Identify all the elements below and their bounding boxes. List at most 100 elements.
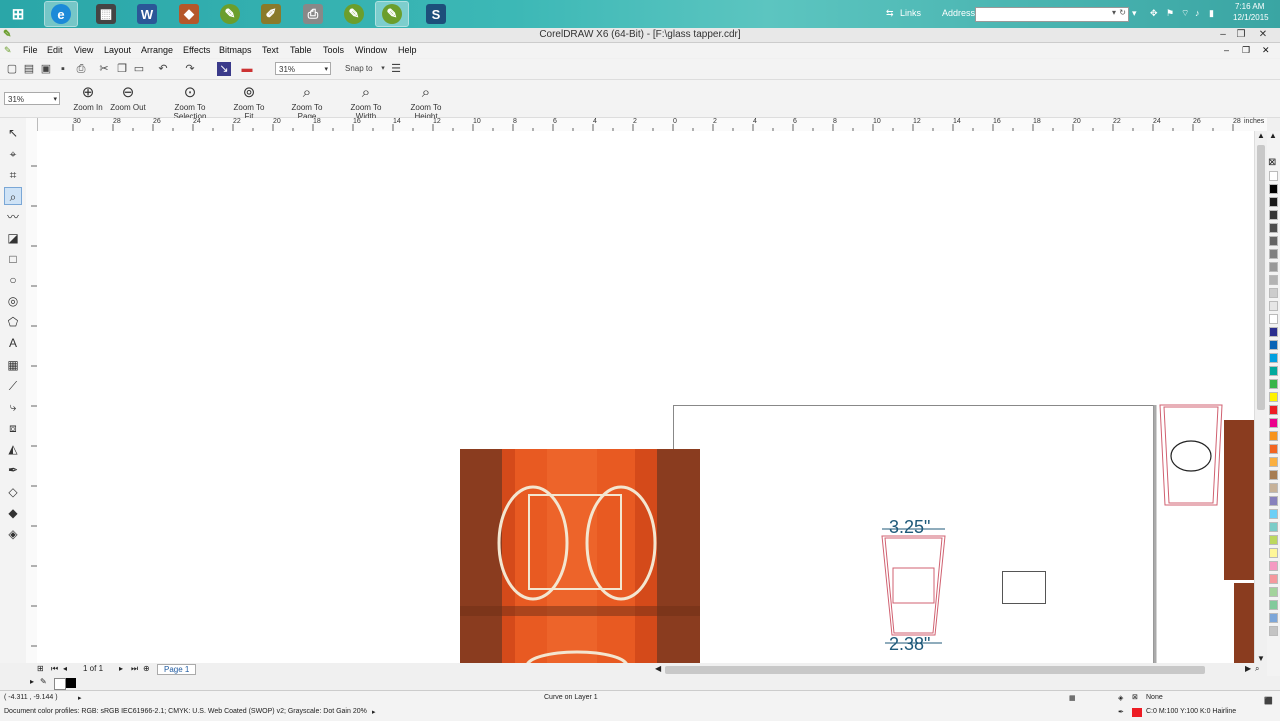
vertical-scrollbar[interactable]: ▲ ▼ xyxy=(1254,131,1267,663)
table-tool-icon[interactable]: ▦ xyxy=(4,356,22,374)
page-tab-1[interactable]: Page 1 xyxy=(157,664,197,675)
zoom-tool-icon[interactable]: ⌕ xyxy=(4,187,22,205)
ellipse-tool-icon[interactable]: ○ xyxy=(4,271,22,289)
start-icon[interactable]: ⊞ xyxy=(2,2,34,26)
palette-swatch[interactable] xyxy=(1269,522,1278,532)
print-icon[interactable]: ⎙ xyxy=(74,62,88,76)
palette-swatch[interactable] xyxy=(1269,288,1278,298)
snap-chevron-icon[interactable]: ▾ xyxy=(376,62,390,76)
eyedropper-tool-icon[interactable]: ✒ xyxy=(4,461,22,479)
photo-slice[interactable] xyxy=(1224,420,1254,580)
close-button[interactable]: ✕ xyxy=(1253,28,1273,42)
snap-to-label[interactable]: Snap to xyxy=(345,62,373,76)
menu-text[interactable]: Text xyxy=(262,45,279,55)
freehand-tool-icon[interactable]: 〰 xyxy=(4,208,22,226)
next-page-icon[interactable]: ▸ xyxy=(119,664,123,673)
zoom-to-height-button[interactable]: ⌕ Zoom To Height xyxy=(399,83,453,121)
battery-icon[interactable]: ▮ xyxy=(1209,8,1214,19)
dimension-tool-icon[interactable]: ⟋ xyxy=(4,377,22,395)
scroll-up-icon[interactable]: ▲ xyxy=(1257,131,1265,140)
document-icon[interactable]: ⬛ xyxy=(1264,697,1273,705)
paste-icon[interactable]: ▭ xyxy=(132,62,146,76)
first-page-icon[interactable]: ⏮ xyxy=(51,664,58,674)
horizontal-scrollbar[interactable]: ◀ ▶ ⌕ xyxy=(655,664,1266,676)
menu-effects[interactable]: Effects xyxy=(183,45,210,55)
tray-chevron-icon[interactable]: ▾ xyxy=(1132,8,1137,19)
volume-icon[interactable]: ♪ xyxy=(1195,8,1200,18)
palette-swatch[interactable] xyxy=(1269,405,1278,415)
navigator-icon[interactable]: ⌕ xyxy=(1255,664,1259,674)
palette-swatch[interactable] xyxy=(1269,613,1278,623)
word-icon[interactable]: W xyxy=(131,2,163,26)
cut-icon[interactable]: ✂ xyxy=(97,62,111,76)
palette-swatch[interactable] xyxy=(1269,457,1278,467)
polygon-tool-icon[interactable]: ◎ xyxy=(4,292,22,310)
ruler-origin[interactable] xyxy=(26,118,38,132)
tray-app-icon[interactable]: ✥ xyxy=(1150,8,1158,19)
zoom-to-fit-button[interactable]: ⊚ Zoom To Fit xyxy=(228,83,270,121)
pick-tool-icon[interactable]: ↖ xyxy=(4,124,22,142)
swatch-white[interactable] xyxy=(54,678,66,690)
crop-tool-icon[interactable]: ⌗ xyxy=(4,166,22,184)
color-profiles[interactable]: Document color profiles: RGB: sRGB IEC61… xyxy=(4,708,367,715)
palette-swatch[interactable] xyxy=(1269,600,1278,610)
shape-tool-icon[interactable]: ⌖ xyxy=(4,145,22,163)
printer-icon[interactable]: ⎙ xyxy=(297,2,329,26)
palette-swatch[interactable] xyxy=(1269,548,1278,558)
palette-swatch[interactable] xyxy=(1269,626,1278,636)
pen-app-icon[interactable]: ✐ xyxy=(255,2,287,26)
clock-time[interactable]: 7:16 AM xyxy=(1235,2,1264,11)
menu-view[interactable]: View xyxy=(74,45,93,55)
rectangle-tool-icon[interactable]: □ xyxy=(4,250,22,268)
zoom-level-combo[interactable]: 31% ▾ xyxy=(275,62,331,75)
doc-close-button[interactable]: ✕ xyxy=(1262,45,1270,56)
doc-restore-button[interactable]: ❐ xyxy=(1242,45,1250,56)
no-color-icon[interactable]: ⊠ xyxy=(1268,157,1276,168)
status-expand-icon[interactable]: ▸ xyxy=(78,694,82,702)
zoom-in-button[interactable]: ⊕ Zoom In xyxy=(72,83,104,112)
palette-swatch[interactable] xyxy=(1269,353,1278,363)
scroll-down-icon[interactable]: ▼ xyxy=(1257,654,1265,663)
menu-arrange[interactable]: Arrange xyxy=(141,45,173,55)
outline-tool-icon[interactable]: ◇ xyxy=(4,483,22,501)
dimension-top-label[interactable]: 3.25" xyxy=(889,517,930,538)
import-icon[interactable]: ↘ xyxy=(217,62,231,76)
palette-swatch[interactable] xyxy=(1269,223,1278,233)
palette-swatch[interactable] xyxy=(1269,561,1278,571)
fill-tool-icon[interactable]: ◆ xyxy=(4,504,22,522)
menu-window[interactable]: Window xyxy=(355,45,387,55)
menu-file[interactable]: File xyxy=(23,45,38,55)
palette-swatch[interactable] xyxy=(1269,184,1278,194)
export-icon[interactable]: ▬ xyxy=(240,62,254,76)
address-input[interactable]: ▾ ↻ xyxy=(975,7,1129,22)
horizontal-scroll-thumb[interactable] xyxy=(665,666,1205,674)
palette-swatch[interactable] xyxy=(1269,236,1278,246)
menu-bitmaps[interactable]: Bitmaps xyxy=(219,45,252,55)
calendar-app-icon[interactable]: ▦ xyxy=(90,2,122,26)
palette-swatch[interactable] xyxy=(1269,470,1278,480)
links-label[interactable]: Links xyxy=(900,8,921,18)
transparency-tool-icon[interactable]: ◭ xyxy=(4,440,22,458)
palette-swatch[interactable] xyxy=(1269,587,1278,597)
connector-tool-icon[interactable]: ⤷ xyxy=(4,398,22,416)
smart-fill-tool-icon[interactable]: ◪ xyxy=(4,229,22,247)
palette-swatch[interactable] xyxy=(1269,483,1278,493)
menu-edit[interactable]: Edit xyxy=(47,45,63,55)
open-icon[interactable]: ▤ xyxy=(22,62,36,76)
coreldraw-active-icon[interactable]: ✎ xyxy=(375,1,409,27)
color-picker-icon[interactable]: ▦ xyxy=(1069,694,1076,702)
zoom-percent-combo[interactable]: 31% ▾ xyxy=(4,92,60,105)
flag-icon[interactable]: ⚑ xyxy=(1166,8,1174,19)
chevron-down-icon[interactable]: ▾ xyxy=(1112,8,1116,17)
palette-swatch[interactable] xyxy=(1269,262,1278,272)
horizontal-ruler[interactable]: 30 28 26 24 22 20 18 16 14 12 10 8 6 4 2… xyxy=(37,118,1267,132)
palette-swatch[interactable] xyxy=(1269,210,1278,220)
redo-icon[interactable]: ↷ xyxy=(183,62,197,76)
top-right-glass-template[interactable] xyxy=(1159,404,1223,506)
palette-swatch[interactable] xyxy=(1269,197,1278,207)
clock-date[interactable]: 12/1/2015 xyxy=(1233,13,1269,22)
coreldraw-icon-2[interactable]: ✎ xyxy=(338,2,370,26)
swatch-black[interactable] xyxy=(66,678,76,688)
save-as-icon[interactable]: ▪ xyxy=(56,62,70,76)
glass-photo-bitmap[interactable] xyxy=(460,449,700,663)
